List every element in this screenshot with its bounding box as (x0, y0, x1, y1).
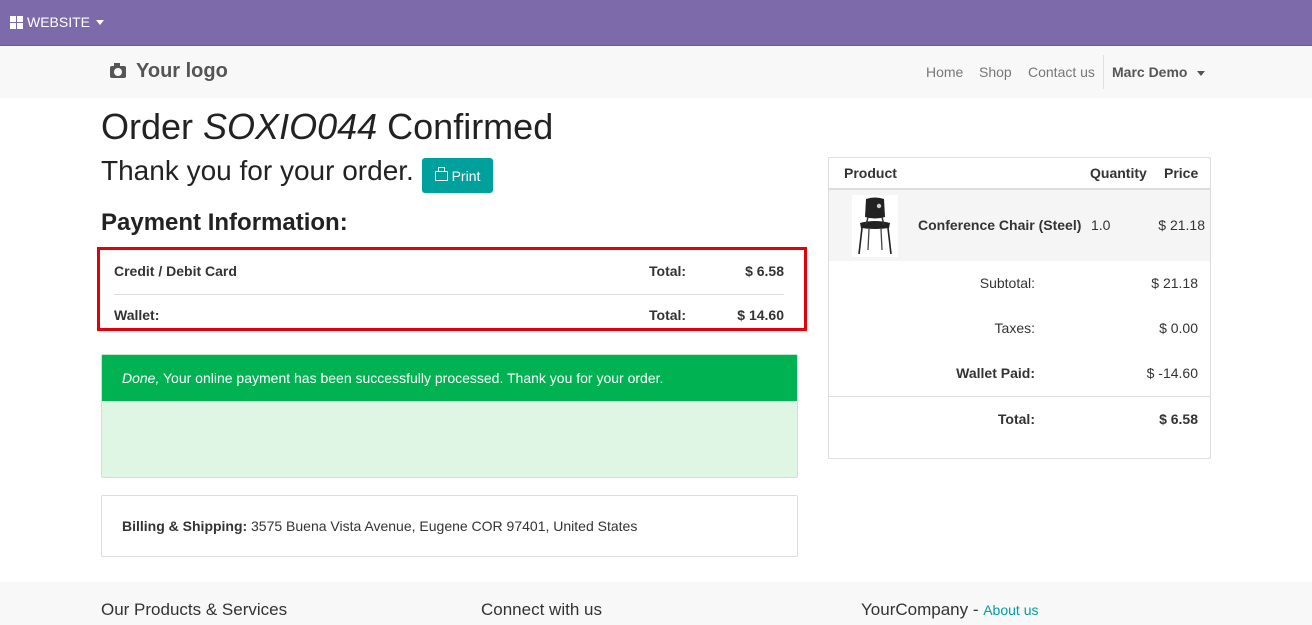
printer-icon (434, 166, 448, 181)
payment-method: Wallet: (114, 307, 160, 323)
billing-label: Billing & Shipping: (122, 518, 248, 534)
print-label: Print (451, 167, 481, 184)
thank-you-text: Thank you for your order. (101, 155, 414, 186)
table-row: Credit / Debit Card Total: $ 6.58 (114, 250, 784, 295)
payment-heading: Payment Information: (101, 209, 348, 236)
payment-table: Credit / Debit Card Total: $ 6.58 Wallet… (97, 247, 807, 331)
wallet-paid-value: $ -14.60 (1146, 365, 1198, 381)
nav-divider (1103, 55, 1104, 89)
company-name: YourCompany (861, 600, 969, 619)
billing-address: 3575 Buena Vista Avenue, Eugene COR 9740… (251, 518, 638, 534)
billing-shipping-box: Billing & Shipping: 3575 Buena Vista Ave… (101, 495, 798, 557)
success-message: Done, Your online payment has been succe… (122, 370, 663, 386)
table-row: Wallet: Total: $ 14.60 (114, 294, 784, 338)
site-logo[interactable]: Your logo (110, 60, 228, 83)
page-title: Order SOXIO044 Confirmed (101, 106, 553, 148)
product-name[interactable]: Conference Chair (Steel) (918, 217, 1081, 233)
product-quantity: 1.0 (1091, 217, 1111, 233)
caret-down-icon (96, 19, 105, 25)
summary-divider (829, 396, 1210, 397)
col-product: Product (844, 165, 897, 181)
about-us-link[interactable]: About us (983, 602, 1038, 618)
wallet-paid-label: Wallet Paid: (956, 365, 1035, 381)
website-menu-label: WEBSITE (27, 14, 91, 30)
payment-amount: $ 6.58 (745, 263, 784, 279)
success-text: Your online payment has been successfull… (159, 370, 664, 386)
title-prefix: Order (101, 106, 194, 147)
col-price: Price (1164, 165, 1199, 181)
footer-company-heading: YourCompany - About us (861, 600, 1038, 620)
order-summary: Product Quantity Price Conference Chair … (828, 157, 1211, 459)
chair-icon (858, 197, 892, 255)
camera-icon (110, 62, 126, 78)
order-reference: SOXIO044 (203, 106, 378, 147)
total-label: Total: (649, 263, 687, 279)
payment-method: Credit / Debit Card (114, 263, 237, 279)
title-suffix: Confirmed (387, 106, 554, 147)
nav-shop-link[interactable]: Shop (979, 64, 1012, 80)
total-value: $ 6.58 (1159, 411, 1198, 427)
nav-contact-link[interactable]: Contact us (1028, 64, 1095, 80)
website-menu[interactable]: WEBSITE (10, 14, 105, 30)
footer-connect-heading: Connect with us (481, 600, 602, 619)
caret-down-icon (1197, 70, 1206, 76)
taxes-value: $ 0.00 (1159, 320, 1198, 336)
col-quantity: Quantity (1090, 165, 1147, 181)
success-emphasis: Done, (122, 370, 160, 386)
total-label: Total: (649, 307, 687, 323)
subtotal-value: $ 21.18 (1151, 275, 1198, 291)
print-button[interactable]: Print (422, 158, 493, 193)
payment-amount: $ 14.60 (737, 307, 784, 323)
subtotal-label: Subtotal: (979, 275, 1035, 291)
admin-bar: WEBSITE (0, 0, 1312, 46)
nav-home-link[interactable]: Home (926, 64, 963, 80)
logo-text: Your logo (136, 60, 228, 82)
product-image[interactable] (852, 195, 898, 257)
user-menu[interactable]: Marc Demo (1112, 64, 1206, 80)
total-label: Total: (997, 411, 1035, 427)
taxes-label: Taxes: (994, 320, 1035, 336)
payment-success-panel: Done, Your online payment has been succe… (101, 354, 798, 478)
apps-grid-icon (10, 15, 23, 29)
company-separator: - (968, 600, 984, 619)
footer-products-heading: Our Products & Services (101, 600, 288, 619)
table-row: Conference Chair (Steel) 1.0 $ 21.18 (829, 190, 1210, 261)
user-name: Marc Demo (1112, 64, 1188, 80)
product-price: $ 21.18 (1158, 217, 1205, 233)
summary-header: Product Quantity Price (829, 158, 1210, 190)
success-alert: Done, Your online payment has been succe… (102, 355, 797, 401)
